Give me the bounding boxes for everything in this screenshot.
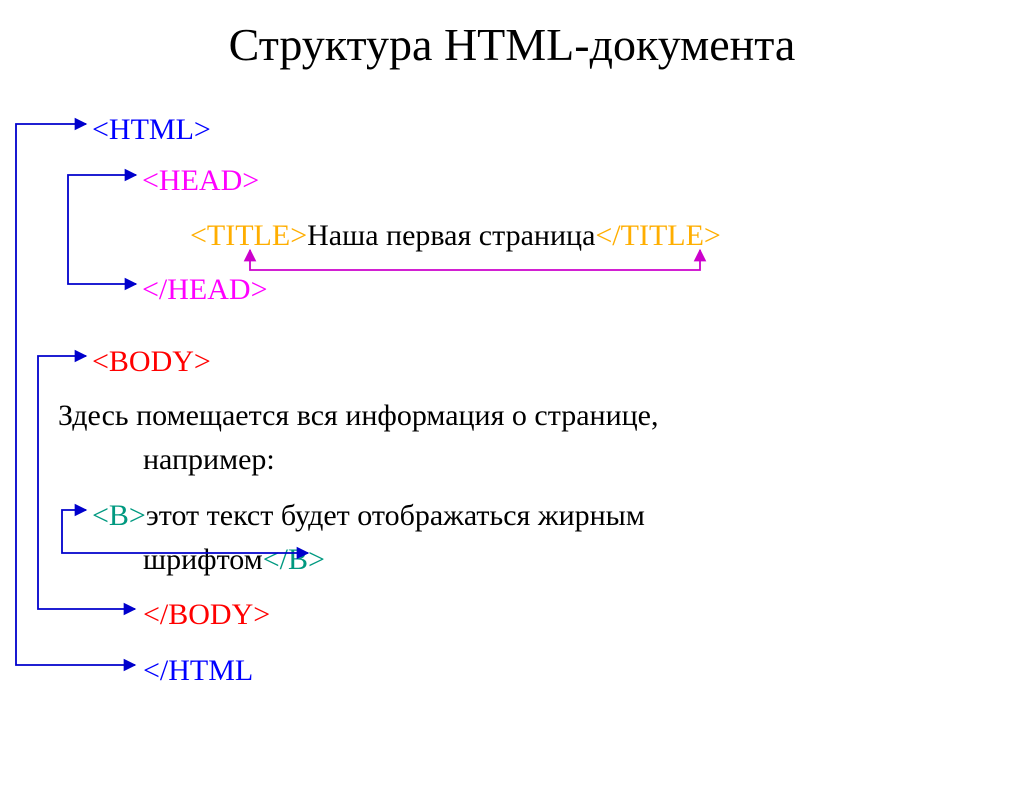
body-text-line2: например:: [143, 437, 275, 482]
tag-head-close: </HEAD>: [142, 267, 268, 312]
tag-html-close: </HTML: [143, 648, 253, 693]
tag-b-open: <B>: [92, 499, 146, 532]
tag-b-close: </B>: [263, 543, 325, 576]
tag-head-open: <HEAD>: [142, 158, 259, 203]
tag-title-open: <TITLE>: [190, 219, 307, 252]
tag-title-close: </TITLE>: [595, 219, 720, 252]
bold-line2: шрифтом</B>: [143, 537, 325, 582]
b-text2: шрифтом: [143, 543, 263, 576]
connector-head: [68, 175, 136, 284]
tag-body-open: <BODY>: [92, 339, 211, 384]
b-text1: этот текст будет отображаться жирным: [146, 499, 645, 532]
title-text: Наша первая страница: [307, 219, 595, 252]
body-text-line1: Здесь помещается вся информация о страни…: [58, 393, 659, 438]
title-line: <TITLE>Наша первая страница</TITLE>: [190, 213, 721, 258]
bold-line1: <B>этот текст будет отображаться жирным: [92, 493, 645, 538]
page-title: Структура HTML-документа: [0, 18, 1024, 71]
tag-body-close: </BODY>: [143, 592, 270, 637]
tag-html-open: <HTML>: [92, 107, 211, 152]
